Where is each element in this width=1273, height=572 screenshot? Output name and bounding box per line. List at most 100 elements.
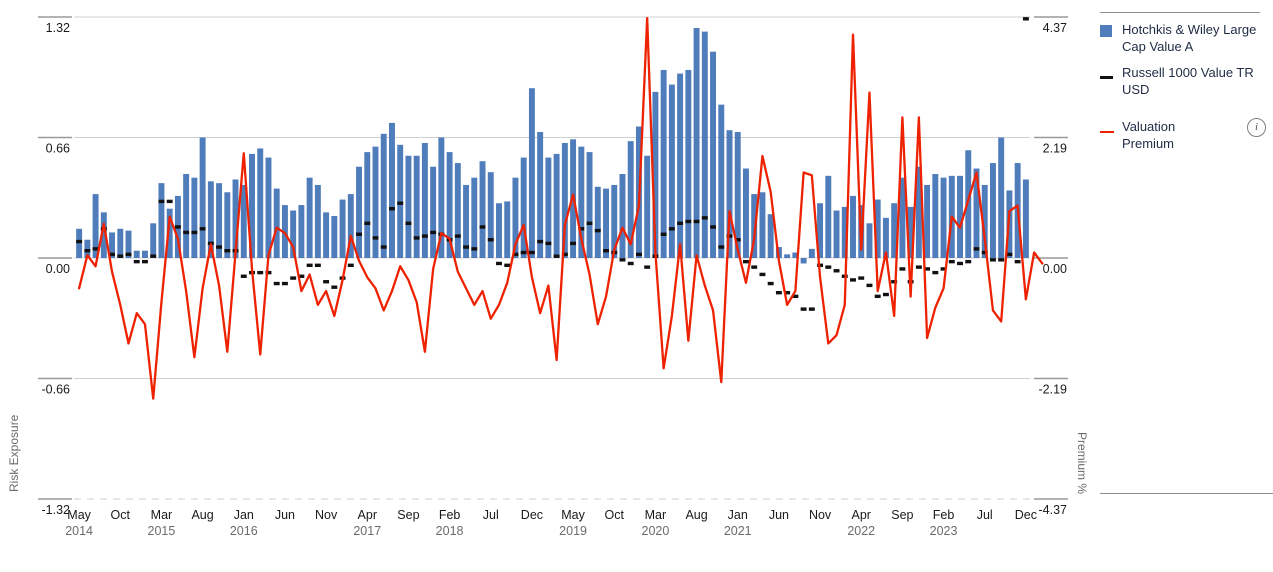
bar[interactable] [850, 195, 856, 258]
bar[interactable] [397, 144, 404, 258]
bar[interactable] [932, 174, 939, 258]
bar[interactable] [940, 177, 947, 258]
x-axis-tick-month: Jul [483, 508, 499, 522]
valuation-premium-line[interactable] [77, 16, 1044, 400]
legend-item-hotchkis[interactable]: Hotchkis & Wiley Large Cap Value A [1100, 21, 1268, 55]
bar[interactable] [759, 192, 766, 258]
x-axis-tick-month: Jan [234, 508, 254, 522]
chart-legend: Hotchkis & Wiley Large Cap Value A Russe… [1100, 12, 1268, 152]
bar[interactable] [421, 142, 428, 258]
bar[interactable] [265, 157, 272, 258]
bar[interactable] [528, 88, 535, 258]
line-swatch-icon [1100, 118, 1122, 138]
bar[interactable] [808, 248, 815, 258]
x-axis-tick-month: Feb [439, 508, 461, 522]
bar[interactable] [603, 188, 609, 258]
bar[interactable] [668, 84, 675, 258]
bar[interactable] [989, 163, 996, 258]
bar[interactable] [660, 69, 667, 258]
x-axis-tick-month: Oct [605, 508, 625, 522]
bar[interactable] [743, 168, 749, 258]
y-axis-tick-label: -0.66 [42, 383, 71, 397]
x-axis-tick-month: May [561, 508, 585, 522]
bar[interactable] [644, 155, 651, 258]
bar[interactable] [594, 186, 601, 258]
legend-item-valuation-premium[interactable]: Valuation Premium i [1100, 118, 1268, 152]
bar[interactable] [833, 210, 840, 258]
bar[interactable] [323, 212, 330, 258]
legend-item-russell[interactable]: Russell 1000 Value TR USD [1100, 64, 1268, 98]
bar[interactable] [471, 177, 478, 258]
bar[interactable] [142, 250, 148, 258]
bar[interactable] [413, 155, 420, 258]
info-icon[interactable]: i [1247, 118, 1266, 137]
bar[interactable] [364, 152, 371, 258]
y-axis-title: Risk Exposure [7, 414, 21, 492]
x-axis-tick-month: Mar [645, 508, 667, 522]
x-axis-tick-month: Dec [1015, 508, 1037, 522]
bar[interactable] [487, 172, 494, 258]
bar[interactable] [677, 73, 684, 258]
x-axis-tick-year: 2014 [65, 524, 93, 538]
x-axis-tick-year: 2015 [148, 524, 176, 538]
bar[interactable] [389, 122, 395, 258]
bar[interactable] [298, 205, 305, 258]
legend-bottom-divider [1100, 493, 1273, 494]
bar[interactable] [257, 148, 264, 258]
bar[interactable] [825, 175, 832, 258]
bar[interactable] [133, 250, 140, 258]
x-axis-tick-month: Aug [191, 508, 213, 522]
legend-label-hotchkis: Hotchkis & Wiley Large Cap Value A [1122, 22, 1257, 54]
bar[interactable] [356, 166, 362, 258]
bar[interactable] [998, 137, 1005, 259]
bar[interactable] [430, 166, 437, 258]
x-axis-tick-month: Dec [521, 508, 543, 522]
bar[interactable] [537, 132, 544, 258]
bar[interactable] [405, 155, 412, 258]
bar[interactable] [701, 31, 708, 258]
bar[interactable] [718, 104, 725, 258]
bar[interactable] [306, 177, 313, 258]
bar[interactable] [380, 133, 387, 258]
x-axis-tick-month: Jan [728, 508, 748, 522]
bar[interactable] [117, 228, 124, 258]
y2-axis-tick-label: -2.19 [1039, 383, 1068, 397]
bar[interactable] [191, 177, 198, 258]
bar[interactable] [553, 153, 560, 258]
bar[interactable] [76, 228, 83, 258]
x-axis-tick-year: 2016 [230, 524, 258, 538]
bar[interactable] [685, 69, 692, 258]
bar[interactable] [504, 201, 511, 258]
bar[interactable] [372, 146, 379, 258]
bar[interactable] [693, 27, 700, 259]
bar[interactable] [273, 188, 280, 258]
bar[interactable] [183, 174, 190, 258]
bar[interactable] [479, 161, 486, 258]
bar[interactable] [224, 192, 231, 258]
bar[interactable] [767, 214, 774, 258]
bar[interactable] [314, 184, 321, 258]
bar[interactable] [150, 223, 157, 258]
bar[interactable] [619, 174, 626, 258]
x-axis-tick-month: Apr [358, 508, 377, 522]
x-axis-tick-year: 2021 [724, 524, 752, 538]
valuation-risk-chart: 1.32 4.37 0.66 2.19 0.00 0.00 -0.66 -2.19 -1.32 -… [0, 0, 1273, 572]
bar[interactable] [924, 184, 931, 258]
bar[interactable] [199, 137, 206, 259]
bar[interactable] [331, 216, 338, 258]
x-axis-tick-year: 2017 [353, 524, 381, 538]
bar[interactable] [454, 163, 461, 258]
bar[interactable] [866, 223, 873, 258]
bar[interactable] [496, 203, 502, 258]
dash-swatch-icon [1100, 64, 1122, 84]
bar[interactable] [800, 258, 807, 264]
bar[interactable] [339, 199, 346, 258]
x-axis-tick-month: Apr [852, 508, 871, 522]
legend-label-valuation-premium: Valuation Premium [1122, 119, 1176, 151]
x-axis-tick-month: Mar [151, 508, 173, 522]
x-axis-tick-year: 2023 [930, 524, 958, 538]
bar[interactable] [784, 254, 791, 258]
bar[interactable] [586, 152, 593, 258]
bar[interactable] [1022, 179, 1029, 258]
bar[interactable] [158, 183, 165, 258]
